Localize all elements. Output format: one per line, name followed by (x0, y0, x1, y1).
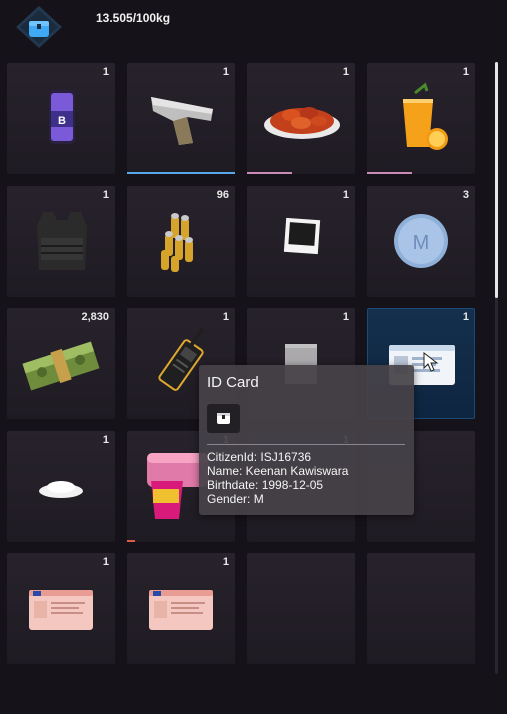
pill-icon: M (394, 214, 448, 268)
slot-count: 1 (102, 556, 109, 568)
durability-bar (127, 540, 135, 542)
tooltip-name: Name: Keenan Kawiswara (207, 464, 349, 478)
inventory-slot-photo[interactable]: 1 (247, 186, 355, 297)
svg-text:B: B (58, 115, 66, 127)
armor-vest-icon (37, 212, 87, 270)
tooltip-gender: Gender: M (207, 492, 264, 506)
money-icon (22, 341, 100, 391)
chicken-wings-icon (264, 107, 340, 139)
slot-count: 1 (462, 66, 469, 78)
weight-label: 13.505/100kg (96, 11, 171, 25)
phone-icon: B (49, 90, 75, 144)
inventory-slot-chicken-wings[interactable]: 1 (247, 63, 355, 174)
durability-bar (367, 172, 412, 174)
license-card-icon (149, 590, 213, 630)
item-tooltip: ID Card CitizenId: ISJ16736 Name: Keenan… (199, 365, 414, 515)
inventory-bag-icon[interactable] (14, 4, 64, 50)
slot-count: 1 (342, 189, 349, 201)
tooltip-divider (207, 444, 405, 445)
mouse-cursor-icon (423, 352, 439, 372)
inventory-header: 13.505/100kg (0, 0, 507, 55)
tooltip-icon-box (207, 404, 240, 433)
inventory-slot-license[interactable]: 1 (127, 553, 235, 664)
slot-count: 1 (342, 66, 349, 78)
pistol-icon (151, 97, 213, 145)
ammo-icon (161, 213, 193, 272)
slot-count: 1 (462, 311, 469, 323)
svg-text:M: M (413, 232, 430, 254)
slot-count: 2,830 (81, 311, 109, 323)
tooltip-title: ID Card (207, 374, 259, 391)
slot-count: 3 (462, 189, 469, 201)
inventory-slot-armor-vest[interactable]: 1 (7, 186, 115, 297)
slot-count: 96 (216, 189, 229, 201)
inventory-slot-empty[interactable] (367, 553, 475, 664)
license-card-icon (29, 590, 93, 630)
inventory-slot-powder[interactable]: 1 (7, 431, 115, 542)
durability-bar (247, 172, 292, 174)
slot-count: 1 (102, 189, 109, 201)
inventory-slot-empty[interactable] (247, 553, 355, 664)
inventory-slot-pistol[interactable]: 1 (127, 63, 235, 174)
slot-count: 1 (102, 66, 109, 78)
bag-icon (217, 413, 230, 424)
photo-icon (283, 217, 321, 255)
slot-count: 1 (102, 434, 109, 446)
inventory-slot-money[interactable]: 2,830 (7, 308, 115, 419)
slot-count: 1 (342, 311, 349, 323)
tooltip-citizenid: CitizenId: ISJ16736 (207, 450, 312, 464)
slot-count: 1 (222, 556, 229, 568)
slot-count: 1 (222, 66, 229, 78)
inventory-slot-license[interactable]: 1 (7, 553, 115, 664)
inventory-slot-orange-juice[interactable]: 1 (367, 63, 475, 174)
inventory-slot-ammo[interactable]: 96 (127, 186, 235, 297)
orange-juice-icon (403, 82, 448, 150)
inventory-slot-phone[interactable]: B 1 (7, 63, 115, 174)
scrollbar-thumb[interactable] (495, 62, 498, 298)
slot-count: 1 (222, 311, 229, 323)
powder-icon (39, 481, 83, 498)
inventory-slot-pill[interactable]: M 3 (367, 186, 475, 297)
tooltip-birthdate: Birthdate: 1998-12-05 (207, 478, 324, 492)
durability-bar (127, 172, 235, 174)
